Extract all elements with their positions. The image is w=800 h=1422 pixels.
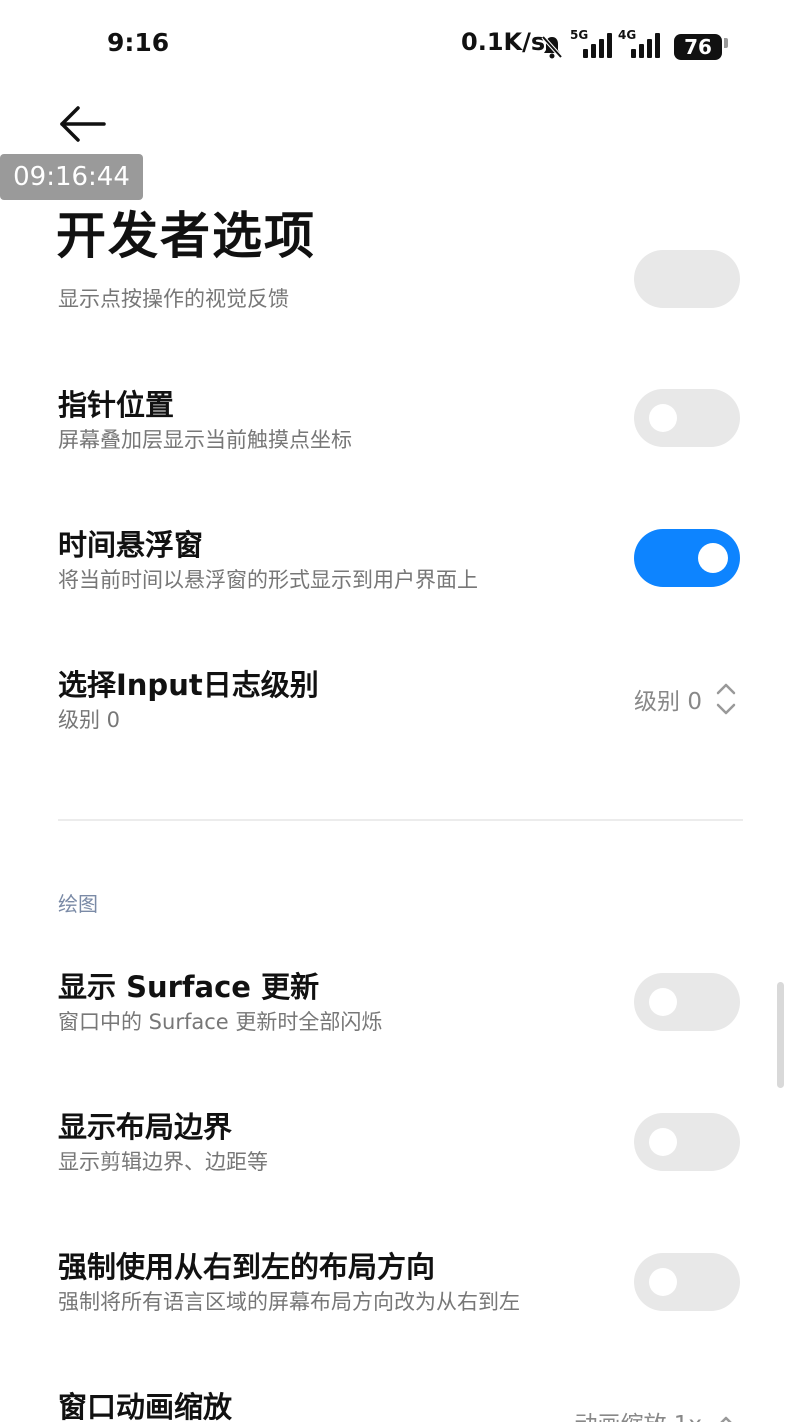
list-item-show-surface-updates[interactable]: 显示 Surface 更新 窗口中的 Surface 更新时全部闪烁 bbox=[58, 967, 748, 1047]
section-header-drawing: 绘图 bbox=[58, 892, 98, 916]
toggle-knob bbox=[649, 404, 677, 432]
row-subtitle: 显示点按操作的视觉反馈 bbox=[58, 287, 289, 311]
status-bar: 9:16 0.1K/s 5G 4G 76 bbox=[0, 0, 800, 88]
muted-bell-icon bbox=[541, 35, 563, 59]
force-rtl-toggle[interactable] bbox=[634, 1253, 740, 1311]
list-item-force-rtl[interactable]: 强制使用从右到左的布局方向 强制将所有语言区域的屏幕布局方向改为从右到左 bbox=[58, 1247, 748, 1327]
time-floating-window-toggle[interactable] bbox=[634, 529, 740, 587]
list-item-show-taps[interactable]: 显示点按操作的视觉反馈 bbox=[58, 284, 748, 314]
back-button[interactable] bbox=[56, 100, 112, 148]
selected-value: 动画缩放 1x bbox=[574, 1405, 702, 1422]
floating-time-window[interactable]: 09:16:44 bbox=[0, 154, 143, 200]
toggle-knob bbox=[649, 988, 677, 1016]
list-item-time-floating-window[interactable]: 时间悬浮窗 将当前时间以悬浮窗的形式显示到用户界面上 bbox=[58, 525, 748, 605]
list-item-show-layout-bounds[interactable]: 显示布局边界 显示剪辑边界、边距等 bbox=[58, 1107, 748, 1187]
battery-tip bbox=[724, 38, 728, 48]
signal-4g-icon: 4G bbox=[618, 28, 660, 60]
chevron-up-icon bbox=[720, 1416, 732, 1422]
divider bbox=[58, 819, 743, 821]
signal-5g-icon: 5G bbox=[570, 28, 612, 60]
toggle-knob bbox=[698, 543, 728, 573]
toggle-knob bbox=[649, 1128, 677, 1156]
page-title: 开发者选项 bbox=[56, 207, 316, 265]
show-surface-updates-toggle[interactable] bbox=[634, 973, 740, 1031]
list-item-input-log-level[interactable]: 选择Input日志级别 级别 0 级别 0 bbox=[58, 665, 748, 745]
scrollbar-thumb[interactable] bbox=[777, 982, 784, 1088]
toggle-knob bbox=[649, 1268, 677, 1296]
selected-value: 级别 0 bbox=[634, 689, 702, 715]
battery-icon: 76 bbox=[674, 34, 722, 60]
pointer-location-toggle[interactable] bbox=[634, 389, 740, 447]
input-log-level-selector[interactable]: 级别 0 bbox=[634, 681, 738, 717]
network-speed: 0.1K/s bbox=[461, 28, 546, 56]
list-item-window-animation-scale[interactable]: 窗口动画缩放 动画缩放 1x bbox=[58, 1387, 748, 1422]
status-icons: 5G 4G 76 bbox=[540, 26, 728, 60]
show-layout-bounds-toggle[interactable] bbox=[634, 1113, 740, 1171]
status-time: 9:16 bbox=[107, 28, 170, 57]
chevron-up-down-icon bbox=[716, 683, 736, 715]
arrow-left-icon bbox=[60, 106, 106, 142]
window-animation-scale-selector[interactable]: 动画缩放 1x bbox=[574, 1405, 738, 1422]
list-item-pointer-location[interactable]: 指针位置 屏幕叠加层显示当前触摸点坐标 bbox=[58, 385, 748, 465]
